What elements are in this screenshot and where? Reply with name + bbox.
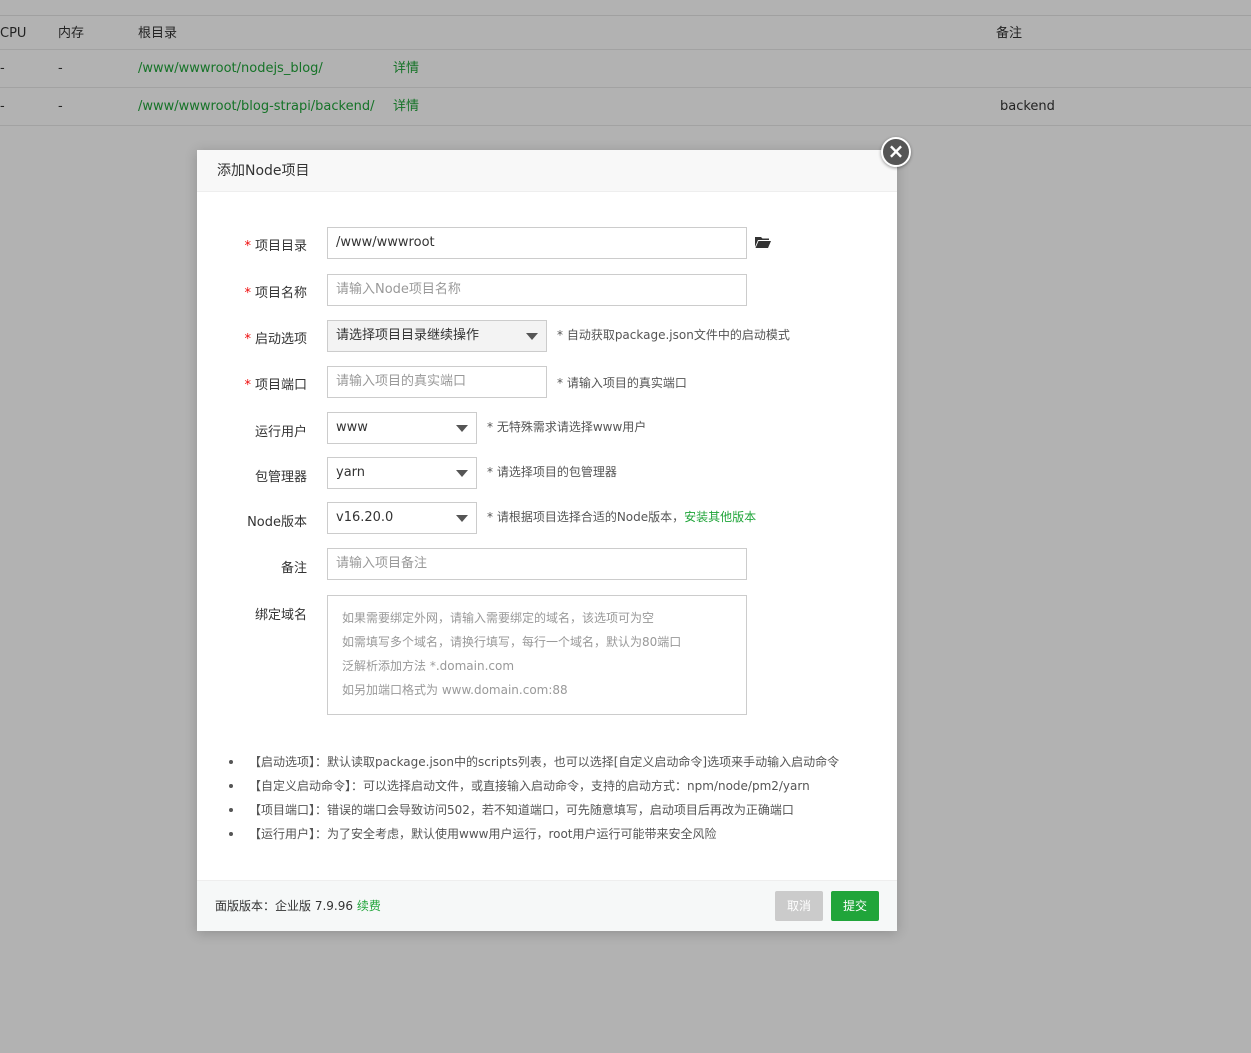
row-pkg-manager: 包管理器 yarn * 请选择项目的包管理器 [197, 457, 897, 489]
panel-version: 面版版本：企业版 7.9.96 续费 [215, 881, 381, 932]
project-dir-input[interactable]: /www/wwwroot [327, 227, 747, 259]
folder-open-icon[interactable] [755, 236, 771, 248]
required-mark: * [244, 239, 251, 254]
row-project-port: * 项目端口 请输入项目的真实端口 * 请输入项目的真实端口 [197, 366, 897, 398]
note-item: 【项目端口】：错误的端口会导致访问502，若不知道端口，可先随意填写，启动项目后… [227, 798, 839, 822]
label-start-option: * 启动选项 [197, 328, 307, 347]
required-mark: * [244, 378, 251, 393]
row-node-version: Node版本 v16.20.0 * 请根据项目选择合适的Node版本，安装其他版… [197, 502, 897, 534]
chevron-down-icon [456, 425, 468, 432]
run-user-select[interactable]: www [327, 412, 477, 444]
domain-textarea[interactable]: 如果需要绑定外网，请输入需要绑定的域名，该选项可为空 如需填写多个域名，请换行填… [327, 595, 747, 715]
project-name-input[interactable]: 请输入Node项目名称 [327, 274, 747, 306]
project-port-hint: * 请输入项目的真实端口 [557, 376, 687, 390]
row-project-dir: * 项目目录 /www/wwwroot [197, 227, 897, 259]
select-value: www [336, 420, 368, 435]
version-label: 面版版本： [215, 899, 276, 913]
start-option-hint: * 自动获取package.json文件中的启动模式 [557, 328, 790, 342]
label-project-dir: * 项目目录 [197, 235, 307, 254]
label-text: 启动选项 [254, 332, 307, 347]
label-text: 项目名称 [254, 286, 307, 301]
help-notes: 【启动选项】：默认读取package.json中的scripts列表，也可以选择… [227, 750, 839, 846]
row-start-option: * 启动选项 请选择项目目录继续操作 * 自动获取package.json文件中的… [197, 320, 897, 352]
chevron-down-icon [456, 470, 468, 477]
run-user-hint: * 无特殊需求请选择www用户 [487, 420, 647, 434]
label-run-user: 运行用户 [254, 425, 307, 440]
project-port-input[interactable]: 请输入项目的真实端口 [327, 366, 547, 398]
placeholder-line: 泛解析添加方法 *.domain.com [342, 659, 515, 673]
chevron-down-icon [456, 515, 468, 522]
label-domain: 绑定域名 [254, 608, 307, 623]
hint-text: * 请根据项目选择合适的Node版本， [487, 510, 685, 524]
required-mark: * [244, 332, 251, 347]
close-icon[interactable]: × [881, 137, 911, 167]
placeholder-line: 如需填写多个域名，请换行填写，每行一个域名，默认为80端口 [342, 635, 682, 649]
note-item: 【运行用户】：为了安全考虑，默认使用www用户运行，root用户运行可能带来安全… [227, 822, 839, 846]
add-node-project-dialog: 添加Node项目 * 项目目录 /www/wwwroot * 项目名称 请输入Nod… [197, 150, 897, 931]
required-mark: * [244, 286, 251, 301]
node-version-select[interactable]: v16.20.0 [327, 502, 477, 534]
row-domain: 绑定域名 如果需要绑定外网，请输入需要绑定的域名，该选项可为空 如需填写多个域名… [197, 595, 897, 715]
label-project-port: * 项目端口 [197, 374, 307, 393]
pkg-manager-hint: * 请选择项目的包管理器 [487, 465, 617, 479]
row-project-name: * 项目名称 请输入Node项目名称 [197, 274, 897, 306]
label-pkg-manager: 包管理器 [254, 470, 307, 485]
label-remark: 备注 [280, 561, 307, 576]
placeholder-line: 如另加端口格式为 www.domain.com:88 [342, 683, 568, 697]
start-option-select[interactable]: 请选择项目目录继续操作 [327, 320, 547, 352]
label-project-name: * 项目名称 [197, 282, 307, 301]
node-version-hint: * 请根据项目选择合适的Node版本，安装其他版本 [487, 508, 756, 525]
select-value: 请选择项目目录继续操作 [336, 328, 480, 343]
label-text: 项目端口 [254, 378, 307, 393]
label-text: 项目目录 [254, 239, 307, 254]
renew-link[interactable]: 续费 [357, 899, 381, 913]
select-value: v16.20.0 [336, 510, 394, 525]
install-other-version-link[interactable]: 安装其他版本 [684, 510, 756, 524]
select-value: yarn [336, 465, 366, 480]
note-item: 【自定义启动命令】：可以选择启动文件，或直接输入启动命令，支持的启动方式：npm… [227, 774, 839, 798]
cancel-button[interactable]: 取消 [775, 891, 824, 921]
label-node-version: Node版本 [247, 515, 307, 530]
version-value: 企业版 7.9.96 [275, 899, 353, 913]
row-remark: 备注 请输入项目备注 [197, 548, 897, 580]
note-item: 【启动选项】：默认读取package.json中的scripts列表，也可以选择… [227, 750, 839, 774]
row-run-user: 运行用户 www * 无特殊需求请选择www用户 [197, 412, 897, 444]
pkg-manager-select[interactable]: yarn [327, 457, 477, 489]
remark-input[interactable]: 请输入项目备注 [327, 548, 747, 580]
submit-button[interactable]: 提交 [831, 891, 880, 921]
dialog-footer: 面版版本：企业版 7.9.96 续费 取消 提交 [197, 880, 897, 931]
dialog-title: 添加Node项目 [197, 150, 897, 192]
placeholder-line: 如果需要绑定外网，请输入需要绑定的域名，该选项可为空 [342, 611, 655, 625]
chevron-down-icon [526, 333, 538, 340]
